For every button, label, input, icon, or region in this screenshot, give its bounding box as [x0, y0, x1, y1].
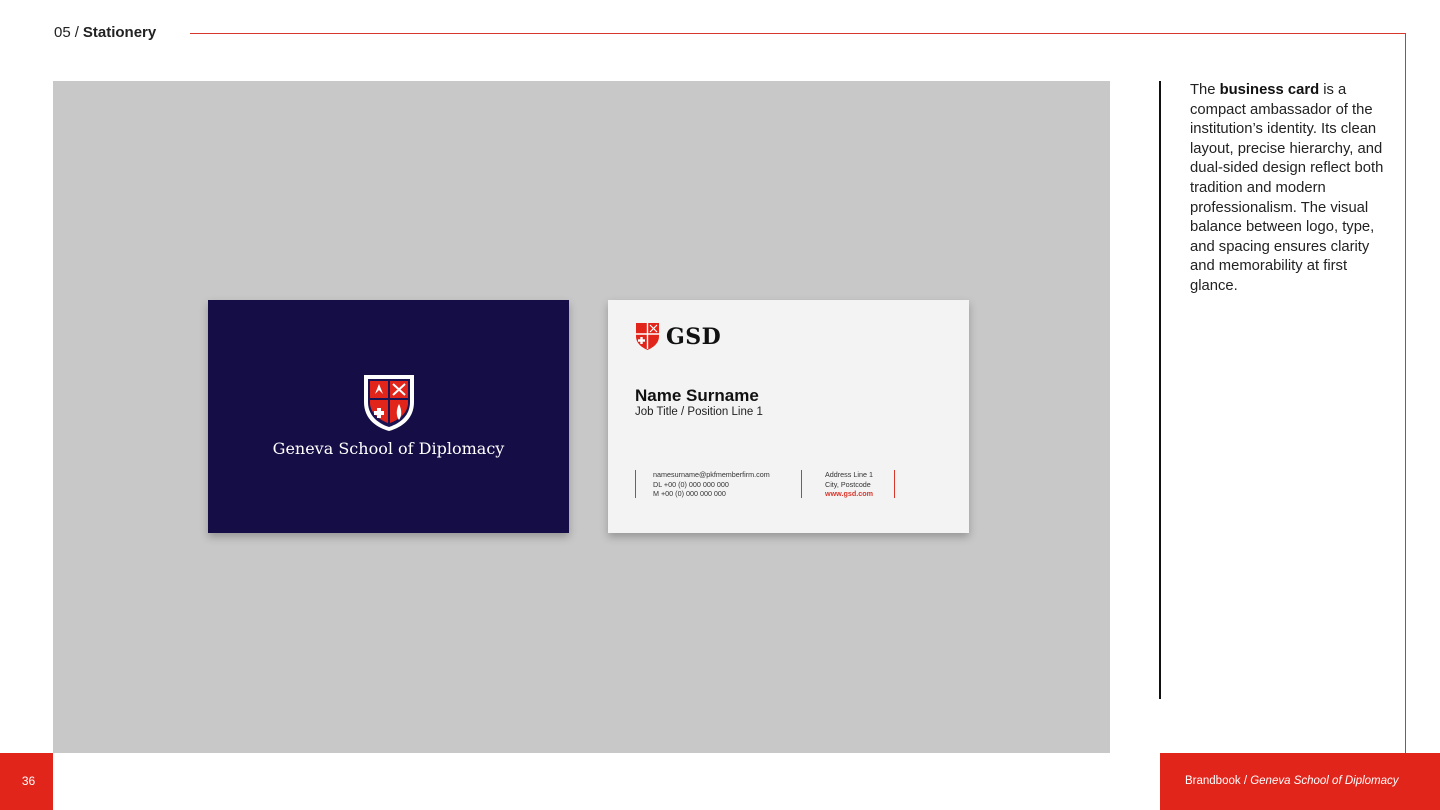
section-separator: /	[74, 24, 79, 41]
shield-crest-icon	[364, 375, 414, 431]
section-number: 05	[54, 24, 71, 41]
job-title: Job Title / Position Line 1	[635, 406, 763, 418]
page-number-box: 36	[0, 753, 53, 810]
page-number: 36	[21, 774, 36, 788]
gsd-logo: GSD	[635, 322, 721, 351]
address-line-2: City, Postcode	[825, 479, 871, 489]
footer-doc-title: Geneva School of Diplomacy	[1250, 775, 1399, 787]
section-header: 05/Stationery	[54, 24, 156, 41]
section-title: Stationery	[82, 24, 157, 41]
logo-text: GSD	[666, 323, 722, 350]
contact-details: namesurname@pkfmemberfirm.com DL +00 (0)…	[635, 470, 770, 498]
description-rule	[1159, 81, 1161, 699]
institution-name: Geneva School of Diplomacy	[272, 439, 505, 458]
description-part-2: is a compact ambassador of the instituti…	[1190, 82, 1384, 294]
business-card-back: GSD Name Surname Job Title / Position Li…	[608, 300, 969, 533]
description-part-1: The	[1190, 82, 1220, 98]
person-name: Name Surname	[635, 386, 759, 405]
address-details: Address Line 1 City, Postcode www.gsd.co…	[801, 470, 896, 499]
mockup-stage: Geneva School of Diplomacy GSD Name Surn…	[53, 81, 1110, 753]
mobile-text: M +00 (0) 000 000 000	[653, 489, 726, 498]
website-link[interactable]: www.gsd.com	[825, 489, 873, 499]
footer-doc-label: Brandbook /	[1185, 775, 1251, 787]
top-divider	[190, 33, 1406, 34]
footer-bar: Brandbook / Geneva School of Diplomacy	[1160, 753, 1440, 810]
email-text: namesurname@pkfmemberfirm.com	[653, 470, 770, 479]
shield-crest-icon	[636, 323, 659, 350]
direct-line-text: DL +00 (0) 000 000 000	[653, 479, 729, 489]
right-divider	[1405, 33, 1406, 755]
address-line-1: Address Line 1	[825, 470, 873, 479]
description-text: The business card is a compact ambassado…	[1190, 81, 1390, 297]
footer-label: Brandbook / Geneva School of Diplomacy	[1185, 775, 1399, 787]
description-bold: business card	[1219, 82, 1320, 98]
business-card-front: Geneva School of Diplomacy	[208, 300, 569, 533]
